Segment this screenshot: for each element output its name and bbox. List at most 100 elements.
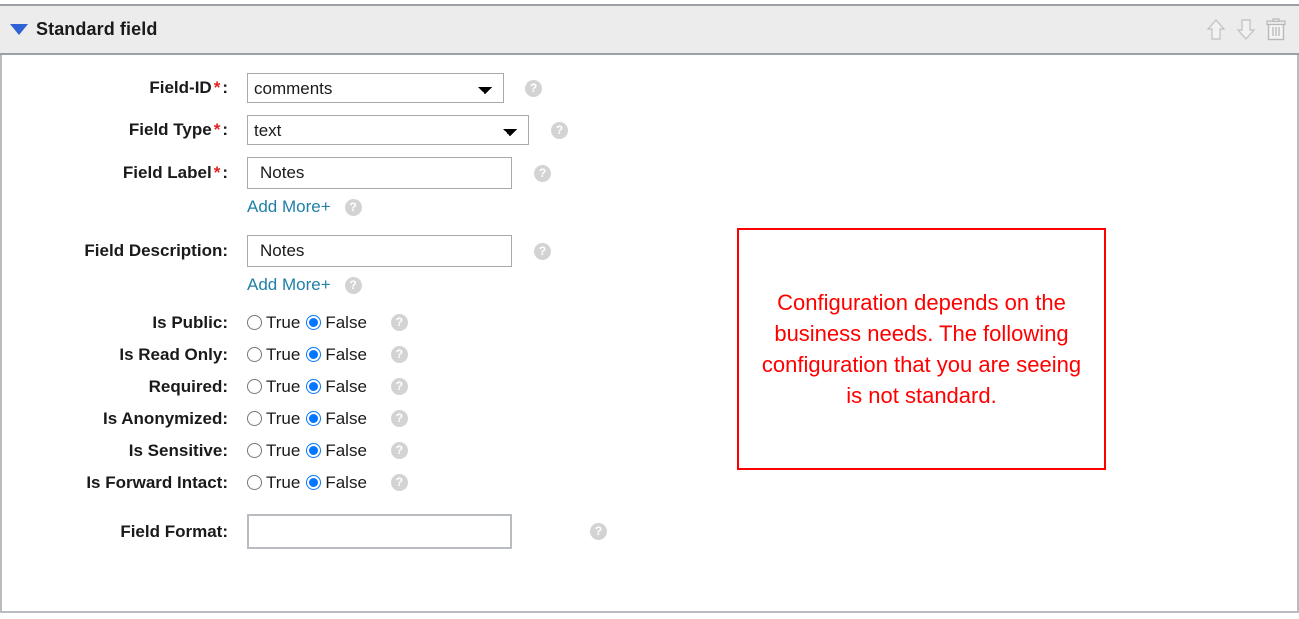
standard-field-panel: Standard field Field-ID *: comments ? F… (0, 4, 1299, 613)
radio-input-is-sensitive-true[interactable] (247, 443, 262, 458)
radio-is-forward-intact-true[interactable]: True (247, 473, 300, 493)
field-description-control: ? (230, 235, 551, 267)
delete-icon[interactable] (1265, 17, 1287, 43)
radio-is-anonymized-true[interactable]: True (247, 409, 300, 429)
help-icon-is-public[interactable]: ? (390, 314, 408, 331)
field-label-input[interactable] (247, 157, 512, 189)
radio-label: False (325, 312, 367, 332)
help-icon-field-format[interactable]: ? (590, 523, 607, 540)
help-icon-field-id[interactable]: ? (525, 79, 542, 97)
row-field-label: Field Label*: ? (2, 157, 702, 189)
required-asterisk: * (213, 78, 221, 97)
is-read-only-label: Is Read Only: (119, 344, 228, 364)
radio-input-is-read-only-false[interactable] (306, 347, 322, 362)
radio-input-required-true[interactable] (247, 379, 262, 394)
row-required: Required: True False? (2, 375, 702, 398)
radio-input-is-sensitive-false[interactable] (306, 443, 322, 458)
row-field-description-add-more: Add More+ ? (2, 275, 702, 295)
help-icon-is-read-only[interactable]: ? (390, 346, 408, 363)
radio-is-read-only-false[interactable]: False (306, 345, 367, 365)
annotation-note-text: Configuration depends on the business ne… (761, 290, 1082, 408)
field-label-label-text: Field Label (122, 163, 212, 182)
required-radio-group: True False (247, 377, 367, 397)
field-format-control: ? (230, 514, 607, 549)
add-more-field-description-link[interactable]: Add More+ (247, 275, 331, 295)
field-type-label: Field Type *: (2, 120, 230, 140)
radio-is-public-true[interactable]: True (247, 313, 300, 333)
field-format-input[interactable] (247, 514, 512, 549)
required-asterisk: * (213, 163, 221, 182)
help-icon-add-more-field-description[interactable]: ? (344, 276, 362, 294)
is-read-only-radio-group: True False (247, 345, 367, 365)
radio-required-false[interactable]: False (306, 377, 367, 397)
boolean-rows: Is Public: True False? Is Read Only: True Fal… (2, 311, 702, 494)
help-icon-required[interactable]: ? (390, 378, 408, 395)
radio-is-forward-intact-false[interactable]: False (306, 473, 367, 493)
radio-input-is-anonymized-false[interactable] (306, 411, 322, 426)
is-public-control: True False? (230, 313, 408, 333)
radio-input-is-forward-intact-true[interactable] (247, 475, 262, 490)
move-up-icon[interactable] (1205, 17, 1227, 43)
row-is-sensitive: Is Sensitive: True False? (2, 439, 702, 462)
field-id-label-text: Field-ID (149, 78, 212, 97)
row-field-label-add-more: Add More+ ? (2, 197, 702, 217)
field-description-input[interactable] (247, 235, 512, 267)
is-anonymized-control: True False? (230, 409, 408, 429)
radio-input-is-read-only-true[interactable] (247, 347, 262, 362)
help-icon-is-sensitive[interactable]: ? (390, 442, 408, 459)
radio-label: True (266, 472, 301, 492)
is-sensitive-label: Is Sensitive: (128, 440, 228, 460)
page-title: Standard field (36, 19, 158, 39)
move-down-icon[interactable] (1235, 17, 1257, 43)
field-id-colon: : (222, 78, 228, 97)
field-label-colon: : (222, 163, 228, 182)
radio-is-sensitive-false[interactable]: False (306, 441, 367, 461)
help-icon-is-forward-intact[interactable]: ? (390, 474, 408, 491)
annotation-note: Configuration depends on the business ne… (737, 228, 1106, 470)
help-icon-field-type[interactable]: ? (551, 121, 568, 139)
radio-input-is-public-false[interactable] (306, 315, 322, 330)
is-sensitive-radio-group: True False (247, 441, 367, 461)
field-type-control: text ? (230, 115, 568, 145)
radio-is-public-false[interactable]: False (306, 313, 367, 333)
radio-label: True (266, 312, 301, 332)
help-icon-is-anonymized[interactable]: ? (390, 410, 408, 427)
field-id-control: comments ? (230, 73, 542, 103)
radio-is-anonymized-false[interactable]: False (306, 409, 367, 429)
is-anonymized-label: Is Anonymized: (103, 408, 228, 428)
field-label-label: Field Label *: (2, 163, 230, 183)
panel-body: Field-ID *: comments ? Field Type *: text … (0, 55, 1299, 613)
field-id-select[interactable]: comments (247, 73, 504, 103)
triangle-down-icon[interactable] (10, 24, 28, 35)
is-read-only-control: True False? (230, 345, 408, 365)
field-label-control: ? (230, 157, 551, 189)
field-format-label: Field Format: (120, 521, 228, 541)
radio-is-read-only-true[interactable]: True (247, 345, 300, 365)
required-control: True False? (230, 377, 408, 397)
field-description-label: Field Description: (84, 241, 228, 260)
is-anonymized-radio-group: True False (247, 409, 367, 429)
is-forward-intact-label: Is Forward Intact: (86, 472, 228, 492)
help-icon-add-more-field-label[interactable]: ? (344, 198, 362, 216)
row-is-public: Is Public: True False? (2, 311, 702, 334)
row-field-id: Field-ID *: comments ? (2, 73, 702, 103)
radio-label: False (325, 472, 367, 492)
radio-label: True (266, 408, 301, 428)
radio-label: True (266, 440, 301, 460)
radio-input-is-forward-intact-false[interactable] (306, 475, 322, 490)
radio-required-true[interactable]: True (247, 377, 300, 397)
field-type-select[interactable]: text (247, 115, 529, 145)
radio-label: True (266, 376, 301, 396)
is-forward-intact-control: True False? (230, 473, 408, 493)
is-public-label: Is Public: (152, 312, 228, 332)
radio-is-sensitive-true[interactable]: True (247, 441, 300, 461)
radio-input-is-anonymized-true[interactable] (247, 411, 262, 426)
help-icon-field-label[interactable]: ? (534, 164, 551, 182)
is-forward-intact-radio-group: True False (247, 473, 367, 493)
help-icon-field-description[interactable]: ? (534, 242, 551, 260)
add-more-field-label-link[interactable]: Add More+ (247, 197, 331, 217)
radio-input-is-public-true[interactable] (247, 315, 262, 330)
panel-header[interactable]: Standard field (0, 4, 1299, 55)
radio-input-required-false[interactable] (306, 379, 322, 394)
row-field-type: Field Type *: text ? (2, 115, 702, 145)
